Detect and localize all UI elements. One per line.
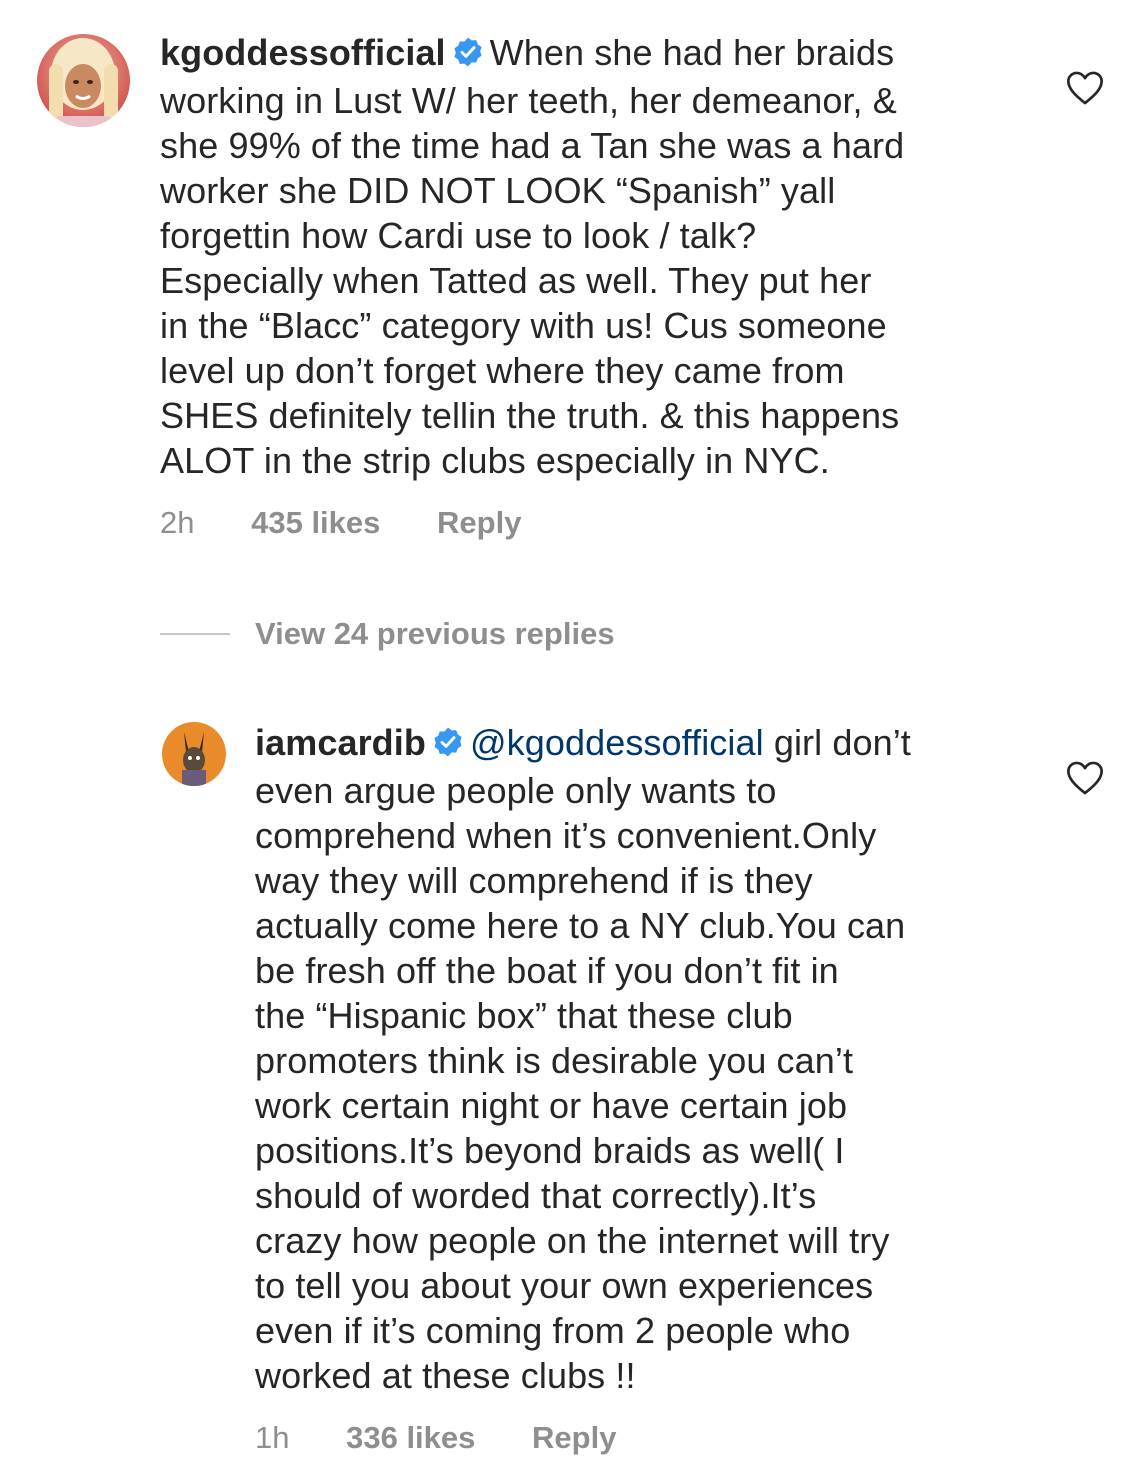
reply-button[interactable]: Reply xyxy=(437,505,521,541)
avatar-iamcardib[interactable] xyxy=(162,722,226,786)
verified-badge-icon xyxy=(432,723,464,768)
comment-line: be fresh off the boat if you don’t fit i… xyxy=(255,950,839,991)
comment-line-text: girl don’t xyxy=(773,722,911,763)
comment-line: Especially when Tatted as well. They put… xyxy=(160,260,872,301)
mention-link[interactable]: @kgoddessofficial xyxy=(470,722,764,763)
comment-line: worked at these clubs !! xyxy=(255,1355,636,1396)
heart-outline-icon[interactable] xyxy=(1066,760,1104,801)
comment-line: worker she DID NOT LOOK “Spanish” yall xyxy=(160,170,836,211)
reply-button[interactable]: Reply xyxy=(532,1420,616,1456)
username[interactable]: iamcardib xyxy=(255,722,426,763)
view-replies-label[interactable]: View 24 previous replies xyxy=(255,616,615,652)
comment-line: ALOT in the strip clubs especially in NY… xyxy=(160,440,830,481)
comment-time: 2h xyxy=(160,505,195,540)
like-count[interactable]: 435 likes xyxy=(251,505,380,541)
comment-line: in the “Blacc” category with us! Cus som… xyxy=(160,305,887,346)
comment-line: the “Hispanic box” that these club xyxy=(255,995,793,1036)
comment-meta: 1h 336 likes Reply xyxy=(255,1420,616,1456)
comment-line: iamcardib @kgoddessofficial girl don’t xyxy=(255,720,1075,768)
comment-line: promoters think is desirable you can’t xyxy=(255,1040,854,1081)
comment-line: crazy how people on the internet will tr… xyxy=(255,1220,890,1261)
comment-text: iamcardib @kgoddessofficial girl don’t ev… xyxy=(255,720,1075,1398)
comment-line: SHES definitely tellin the truth. & this… xyxy=(160,395,900,436)
comment-line: kgoddessofficial When she had her braids xyxy=(160,30,1040,78)
comment-line: should of worded that correctly).It’s xyxy=(255,1175,817,1216)
comment-iamcardib: iamcardib @kgoddessofficial girl don’t ev… xyxy=(0,700,1135,1480)
comment-line: way they will comprehend if is they xyxy=(255,860,813,901)
comment-line: she 99% of the time had a Tan she was a … xyxy=(160,125,905,166)
comment-line-text: When she had her braids xyxy=(489,32,895,73)
view-previous-replies[interactable]: View 24 previous replies xyxy=(160,612,615,656)
comment-line: forgettin how Cardi use to look / talk? xyxy=(160,215,757,256)
comment-meta: 2h 435 likes Reply xyxy=(160,505,521,541)
comment-line: comprehend when it’s convenient.Only xyxy=(255,815,877,856)
comment-line: to tell you about your own experiences xyxy=(255,1265,874,1306)
comment-line: positions.It’s beyond braids as well( I xyxy=(255,1130,845,1171)
comment-line: actually come here to a NY club.You can xyxy=(255,905,906,946)
comment-kgoddessofficial: kgoddessofficial When she had her braids … xyxy=(0,0,1135,560)
comment-line: level up don’t forget where they came fr… xyxy=(160,350,845,391)
comment-line: work certain night or have certain job xyxy=(255,1085,848,1126)
comment-line: even if it’s coming from 2 people who xyxy=(255,1310,851,1351)
replies-divider xyxy=(160,633,230,635)
comment-text: kgoddessofficial When she had her braids … xyxy=(160,30,1040,483)
comment-line: working in Lust W/ her teeth, her demean… xyxy=(160,80,897,121)
comment-line: even argue people only wants to xyxy=(255,770,777,811)
comment-time: 1h xyxy=(255,1420,290,1455)
heart-outline-icon[interactable] xyxy=(1066,70,1104,111)
username[interactable]: kgoddessofficial xyxy=(160,32,446,73)
verified-badge-icon xyxy=(452,33,484,78)
like-count[interactable]: 336 likes xyxy=(346,1420,475,1456)
avatar-kgoddessofficial[interactable] xyxy=(37,34,130,127)
